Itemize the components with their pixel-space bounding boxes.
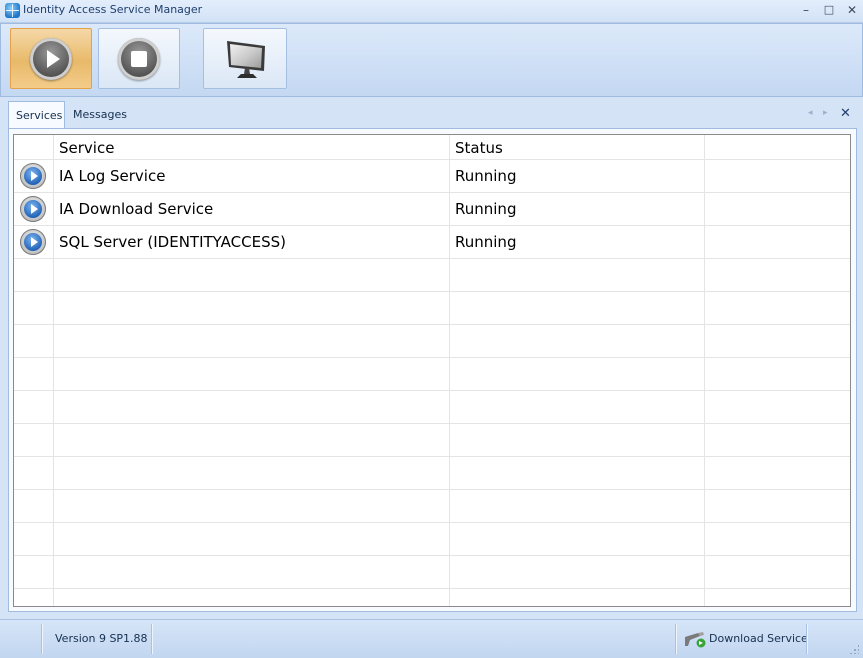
maximize-button[interactable]: □ (820, 2, 838, 18)
play-icon (30, 37, 72, 80)
tab-next-icon[interactable]: ▸ (823, 108, 828, 118)
stop-service-button[interactable] (98, 28, 180, 89)
column-header-service[interactable]: Service (59, 135, 114, 161)
running-service-icon (20, 196, 46, 222)
download-service-icon (685, 632, 706, 648)
service-status: Running (455, 200, 517, 218)
tab-messages[interactable]: Messages (66, 101, 134, 128)
download-service-label: Download Service (709, 632, 808, 645)
tab-strip: Services Messages ◂ ▸ ✕ (8, 101, 858, 129)
window-title: Identity Access Service Manager (23, 3, 203, 16)
toolbar (0, 23, 863, 97)
service-status: Running (455, 167, 517, 185)
monitor-button[interactable] (203, 28, 287, 89)
minimize-button[interactable]: – (797, 2, 815, 18)
tab-prev-icon[interactable]: ◂ (808, 108, 813, 118)
title-bar[interactable]: Identity Access Service Manager – □ ✕ (0, 0, 863, 23)
app-window: Identity Access Service Manager – □ ✕ Se… (0, 0, 863, 658)
column-header-status[interactable]: Status (455, 135, 503, 161)
service-status: Running (455, 233, 517, 251)
running-service-icon (20, 163, 46, 189)
services-grid: Service Status IA Log Service Running IA… (13, 134, 851, 607)
service-name: SQL Server (IDENTITYACCESS) (59, 233, 286, 251)
tab-close-icon[interactable]: ✕ (840, 106, 851, 121)
status-bar: Version 9 SP1.88 Download Service (0, 619, 863, 658)
service-name: IA Log Service (59, 167, 166, 185)
resize-grip-icon[interactable] (849, 644, 859, 654)
service-name: IA Download Service (59, 200, 214, 218)
close-button[interactable]: ✕ (843, 2, 861, 18)
version-label: Version 9 SP1.88 (55, 632, 148, 645)
start-service-button[interactable] (10, 28, 92, 89)
tab-services[interactable]: Services (8, 101, 65, 129)
stop-icon (118, 37, 160, 80)
monitor-icon (227, 41, 265, 78)
services-panel: Service Status IA Log Service Running IA… (8, 128, 857, 612)
app-globe-icon (5, 3, 20, 18)
running-service-icon (20, 229, 46, 255)
